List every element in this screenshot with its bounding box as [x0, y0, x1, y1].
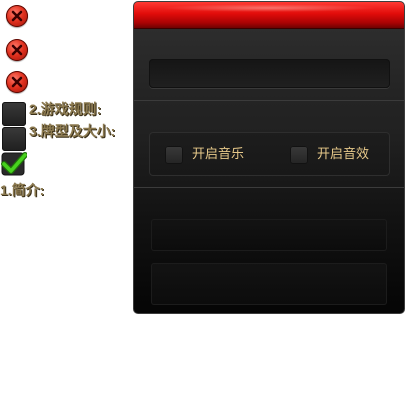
settings-panel: 开启音乐 开启音效	[133, 1, 405, 314]
input-slot[interactable]	[149, 59, 390, 88]
close-button[interactable]	[6, 71, 28, 93]
checkbox-unchecked-sprite[interactable]	[2, 127, 26, 151]
music-checkbox[interactable]	[165, 146, 183, 164]
checkmark-icon	[1, 152, 28, 176]
panel-header-bar	[134, 2, 404, 29]
divider	[134, 187, 404, 188]
label-game-rules: 2.游戏规则:	[29, 101, 102, 117]
close-button[interactable]	[6, 39, 28, 61]
sound-effect-label: 开启音效	[317, 147, 370, 162]
divider	[134, 100, 404, 101]
sound-options-box: 开启音乐 开启音效	[149, 132, 390, 176]
sound-effect-checkbox[interactable]	[290, 146, 308, 164]
label-intro: 1.简介:	[0, 182, 45, 198]
music-label: 开启音乐	[192, 147, 245, 162]
close-x-icon	[11, 76, 23, 88]
sound-effect-toggle[interactable]: 开启音效	[290, 146, 369, 164]
close-button[interactable]	[6, 5, 28, 27]
close-x-icon	[11, 10, 23, 22]
label-card-types: 3.牌型及大小:	[29, 123, 116, 139]
checkbox-unchecked-sprite[interactable]	[2, 102, 26, 126]
close-x-icon	[11, 44, 23, 56]
content-field	[151, 219, 387, 251]
content-field	[151, 263, 387, 305]
music-toggle[interactable]: 开启音乐	[165, 146, 244, 164]
